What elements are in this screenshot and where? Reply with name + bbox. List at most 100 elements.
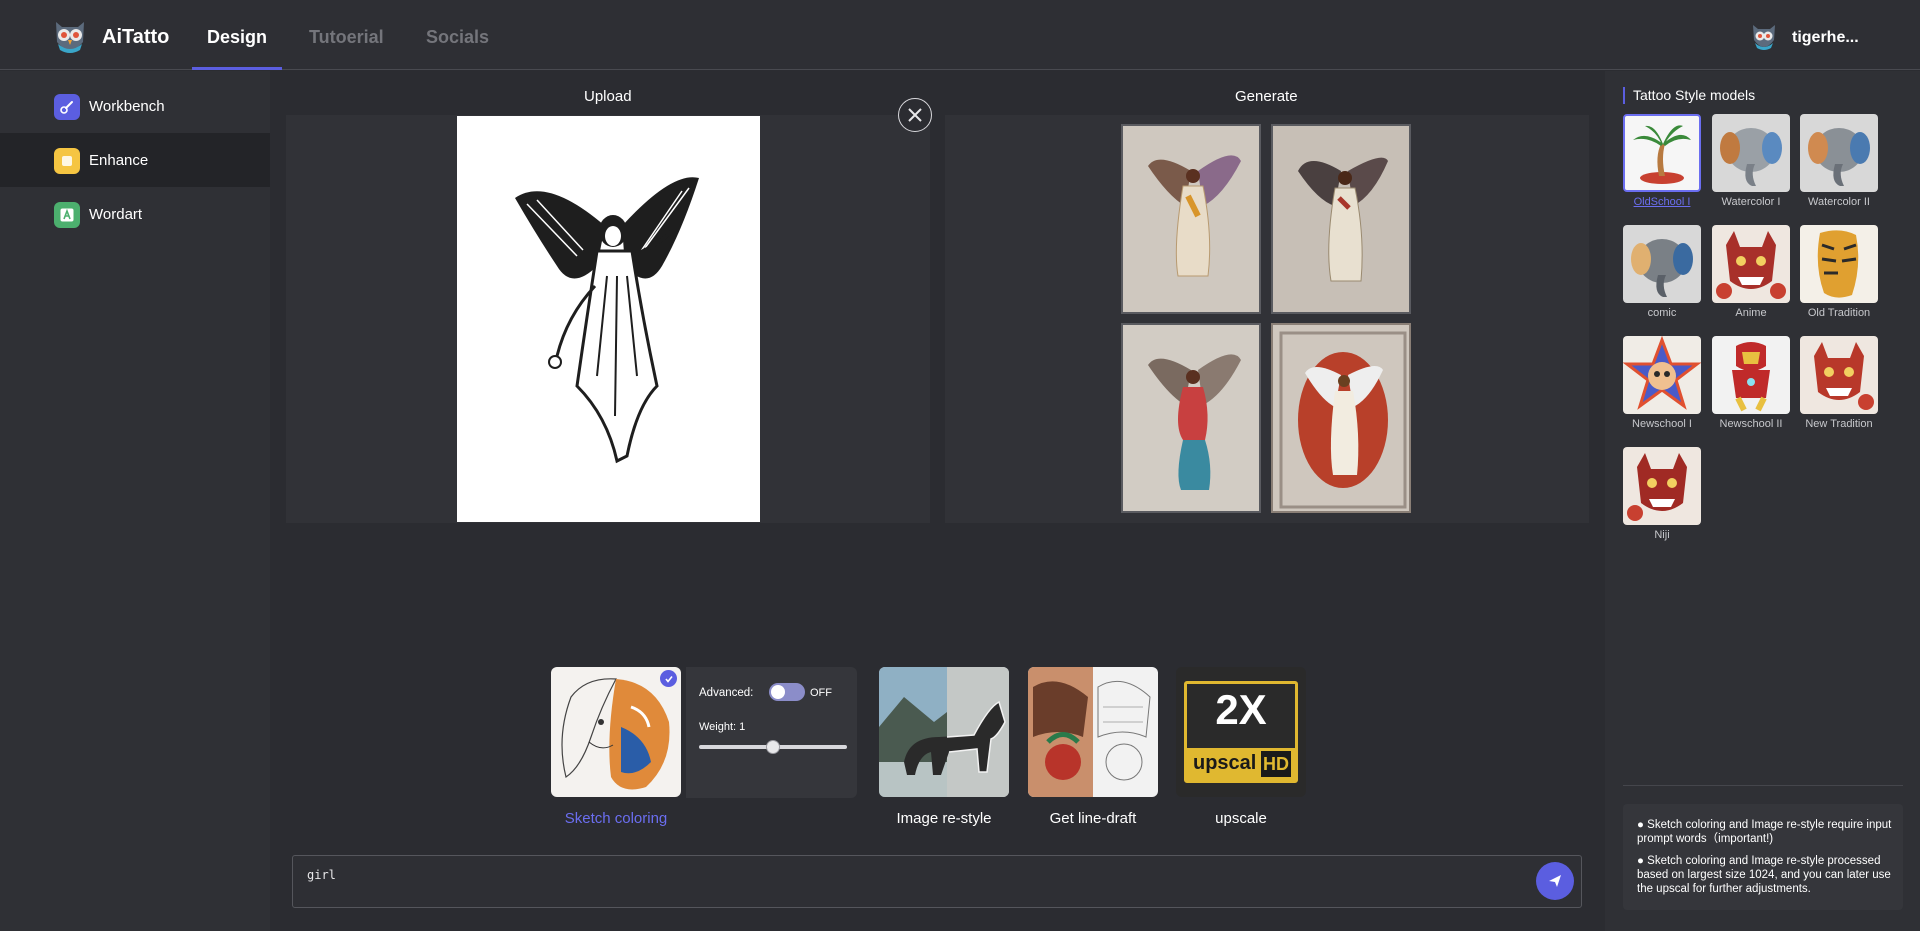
sidebar-item-label: Wordart (89, 206, 143, 223)
sketch-coloring-card[interactable] (551, 667, 681, 797)
note-2: ● Sketch coloring and Image re-style pro… (1637, 854, 1893, 896)
upscale-word: upscal (1193, 752, 1257, 774)
advanced-settings: Advanced: OFF Weight: 1 (686, 667, 857, 798)
upscale-label[interactable]: upscale (1176, 810, 1306, 827)
model-label: Niji (1654, 529, 1670, 541)
upscale-band: upscal HD (1187, 748, 1295, 780)
prompt-text[interactable]: girl (307, 868, 336, 882)
send-button[interactable] (1536, 862, 1574, 900)
sidebar-item-enhance[interactable]: Enhance (0, 133, 270, 187)
angel-colored-icon (1279, 331, 1407, 509)
model-watercolor-2[interactable]: Watercolor II (1800, 114, 1878, 208)
active-tab-indicator (192, 67, 282, 70)
image-restyle-label[interactable]: Image re-style (879, 810, 1009, 827)
avatar[interactable] (1750, 22, 1778, 52)
letter-a-icon (54, 202, 80, 228)
close-button[interactable] (898, 98, 932, 132)
model-new-tradition[interactable]: New Tradition (1800, 336, 1878, 430)
model-comic[interactable]: comic (1623, 225, 1701, 319)
weight-slider-handle[interactable] (766, 740, 780, 754)
selected-check-icon (660, 670, 677, 687)
model-label: Newschool I (1632, 418, 1692, 430)
top-bar: AiTatto Design Tutoerial Socials tigerhe… (0, 0, 1920, 70)
palm-tree-icon (1623, 114, 1701, 192)
model-oldschool-1[interactable]: OldSchool I (1623, 114, 1701, 208)
sidebar-item-wordart[interactable]: Wordart (0, 187, 270, 241)
sketch-coloring-label[interactable]: Sketch coloring (551, 810, 681, 827)
brand-name[interactable]: AiTatto (102, 26, 169, 49)
angel-colored-icon (1298, 157, 1388, 282)
generated-image-4[interactable] (1271, 323, 1411, 513)
advanced-label: Advanced: (699, 687, 754, 699)
style-models-title: Tattoo Style models (1623, 87, 1755, 104)
eagle-tattoo-icon (1028, 667, 1151, 797)
uploaded-image[interactable] (457, 116, 760, 522)
owl-logo-icon[interactable] (52, 18, 88, 56)
model-label: Old Tradition (1807, 307, 1871, 319)
sidebar-item-workbench[interactable]: Workbench (0, 79, 270, 133)
angel-sketch-icon (515, 177, 699, 464)
model-newschool-2[interactable]: Newschool II (1712, 336, 1790, 430)
bulb-icon: ● (1637, 819, 1644, 831)
elephant-icon (1623, 225, 1701, 303)
elephant-icon (1800, 114, 1878, 192)
note-1: ● Sketch coloring and Image re-style req… (1637, 818, 1893, 846)
doberman-icon (879, 667, 1009, 797)
model-label: New Tradition (1805, 418, 1873, 430)
tab-socials[interactable]: Socials (426, 27, 489, 48)
upscale-2x: 2X (1215, 686, 1267, 733)
elephant-icon (1712, 114, 1790, 192)
weight-label: Weight: 1 (699, 721, 746, 733)
prompt-input[interactable]: girl (292, 855, 1582, 908)
model-label: comic (1647, 307, 1677, 319)
toggle-state: OFF (810, 687, 832, 699)
oni-mask-icon (1800, 336, 1878, 414)
send-icon (1549, 875, 1561, 887)
model-label: Watercolor I (1721, 196, 1781, 208)
star-character-icon (1623, 336, 1701, 414)
ironman-icon (1712, 336, 1790, 414)
upload-title: Upload (584, 88, 632, 105)
model-watercolor-1[interactable]: Watercolor I (1712, 114, 1790, 208)
model-niji[interactable]: Niji (1623, 447, 1701, 541)
toggle-knob (771, 685, 785, 699)
bulb-icon: ● (1637, 855, 1644, 867)
advanced-toggle[interactable] (769, 683, 805, 701)
model-newschool-1[interactable]: Newschool I (1623, 336, 1701, 430)
sidebar-item-label: Enhance (89, 152, 149, 169)
line-draft-label[interactable]: Get line-draft (1028, 810, 1158, 827)
info-notes: ● Sketch coloring and Image re-style req… (1623, 804, 1903, 910)
sidebar-item-label: Workbench (89, 98, 165, 115)
model-label: Watercolor II (1808, 196, 1870, 208)
model-label: Anime (1735, 307, 1767, 319)
lion-sketch-icon (561, 678, 670, 790)
upscale-hd: HD (1261, 751, 1291, 777)
angel-colored-icon (1148, 354, 1241, 490)
model-anime[interactable]: Anime (1712, 225, 1790, 319)
generated-image-1[interactable] (1121, 124, 1261, 314)
close-icon (908, 108, 922, 122)
note-1-text: Sketch coloring and Image re-style requi… (1637, 819, 1892, 845)
tab-tutoerial[interactable]: Tutoerial (309, 27, 384, 48)
line-draft-card[interactable] (1028, 667, 1158, 797)
generated-image-2[interactable] (1271, 124, 1411, 314)
generate-panel (945, 115, 1589, 523)
model-label: OldSchool I (1633, 196, 1691, 208)
username[interactable]: tigerhe... (1792, 29, 1859, 47)
square-icon (54, 148, 80, 174)
generated-image-3[interactable] (1121, 323, 1261, 513)
angel-colored-icon (1148, 155, 1241, 277)
tab-design[interactable]: Design (207, 27, 267, 48)
oni-mask-icon (1623, 447, 1701, 525)
model-label: Newschool II (1719, 418, 1783, 430)
upscale-card[interactable]: 2X upscal HD (1176, 667, 1306, 797)
model-old-tradition[interactable]: Old Tradition (1800, 225, 1878, 319)
divider (1623, 785, 1903, 786)
brush-icon (54, 94, 80, 120)
image-restyle-card[interactable] (879, 667, 1009, 797)
note-2-text: Sketch coloring and Image re-style proce… (1637, 855, 1891, 895)
oni-mask-icon (1712, 225, 1790, 303)
upscale-badge: 2X upscal HD (1184, 681, 1298, 783)
left-sidebar: Workbench Enhance Wordart (0, 71, 270, 931)
tiger-icon (1800, 225, 1878, 303)
